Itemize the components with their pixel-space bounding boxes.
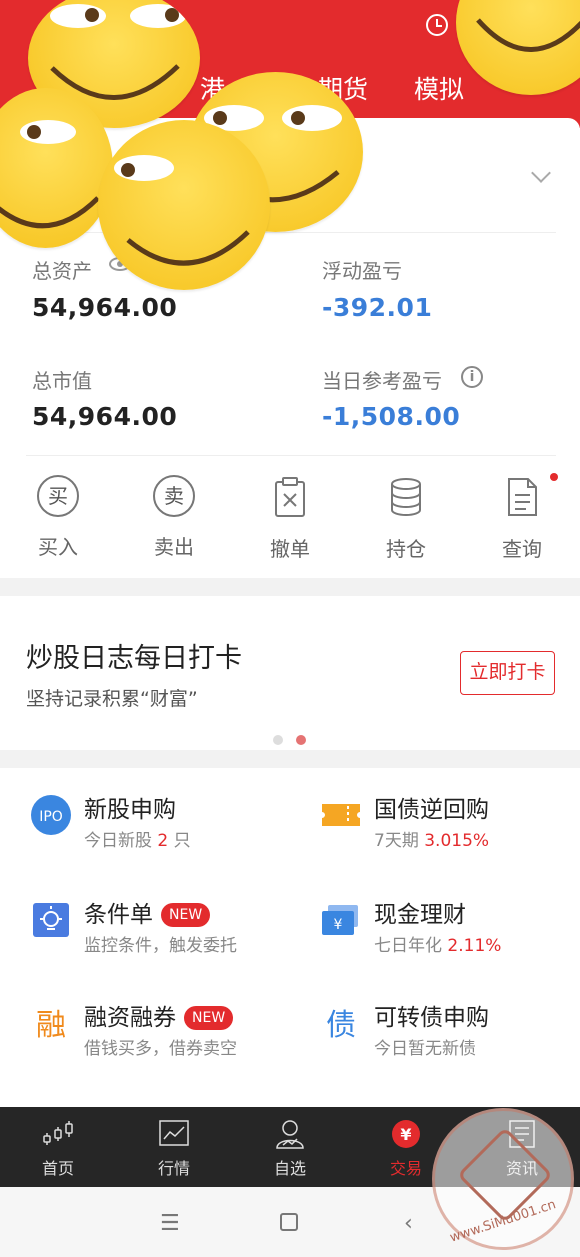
margin-trading-subtitle: 借钱买多，借券卖空: [84, 1039, 237, 1059]
market-value-label: 总市值: [32, 369, 92, 393]
trading-app-screen: 港 期货 模拟 总资产 54,964.00 浮动盈亏 -392.01 总市值 5…: [0, 0, 580, 1257]
total-assets-label: 总资产: [32, 259, 92, 283]
watchlist-person-icon: [276, 1120, 304, 1149]
cash-management-subtitle: 七日年化 2.11%: [374, 936, 502, 956]
cancel-order-icon: [275, 477, 305, 517]
cancel-order-button[interactable]: 撤单: [240, 475, 340, 562]
nav-market[interactable]: 行情: [134, 1119, 214, 1179]
ipo-subscribe-item[interactable]: IPO 新股申购 今日新股 2 只: [30, 790, 290, 860]
home-candlestick-icon: [43, 1121, 73, 1145]
convertible-bond-subtitle: 今日暂无新债: [374, 1039, 476, 1059]
floating-pl-value: -392.01: [322, 293, 433, 322]
bond-repo-ticket-icon: [322, 804, 360, 826]
holdings-label: 持仓: [386, 537, 426, 561]
section-separator: [0, 578, 580, 596]
new-badge: NEW: [184, 1006, 234, 1030]
margin-trading-icon: 融: [36, 1008, 66, 1043]
tab-simulation[interactable]: 模拟: [414, 70, 464, 106]
convertible-bond-icon: 债: [326, 1008, 356, 1043]
condition-order-subtitle: 监控条件，触发委托: [84, 936, 237, 956]
page-indicator-dot-active: [296, 735, 306, 745]
query-button[interactable]: 查询: [472, 475, 572, 562]
watermark-logo: www.SiMu001.cn: [432, 1108, 574, 1250]
section-separator: [0, 750, 580, 768]
buy-icon: 买: [37, 475, 79, 517]
query-label: 查询: [502, 537, 542, 561]
reverse-repo-item[interactable]: 国债逆回购 7天期 3.015%: [320, 790, 580, 860]
divider: [26, 455, 556, 456]
margin-trading-item[interactable]: 融 融资融券 NEW 借钱买多，借券卖空: [30, 998, 290, 1068]
margin-trading-title: 融资融券 NEW: [84, 998, 234, 1032]
cash-management-item[interactable]: ¥ 现金理财 七日年化 2.11%: [320, 895, 580, 965]
sell-label: 卖出: [154, 535, 194, 559]
check-in-button[interactable]: 立即打卡: [460, 651, 555, 695]
svg-text:债: 债: [326, 1008, 356, 1043]
condition-order-item[interactable]: 条件单 NEW 监控条件，触发委托: [30, 895, 290, 965]
buy-label: 买入: [38, 535, 78, 559]
home-square-icon[interactable]: [280, 1213, 298, 1231]
cancel-order-label: 撤单: [270, 537, 310, 561]
svg-text:IPO: IPO: [39, 809, 63, 825]
nav-home[interactable]: 首页: [18, 1119, 98, 1179]
query-icon: [508, 478, 537, 516]
floating-pl-label: 浮动盈亏: [322, 259, 402, 283]
sell-button[interactable]: 卖 卖出: [124, 475, 224, 560]
buy-button[interactable]: 买 买入: [8, 475, 108, 560]
alarm-clock-icon[interactable]: [426, 14, 448, 36]
cash-management-title: 现金理财: [374, 902, 466, 928]
new-badge: NEW: [161, 903, 211, 927]
reverse-repo-subtitle: 7天期 3.015%: [374, 831, 490, 851]
banner-title: 炒股日志每日打卡: [26, 643, 242, 674]
smiley-face-icon: [98, 120, 270, 290]
ipo-title: 新股申购: [84, 797, 176, 823]
notification-dot: [550, 473, 558, 481]
page-indicator-dot: [273, 735, 283, 745]
menu-icon[interactable]: ☰: [160, 1211, 180, 1236]
condition-order-title: 条件单 NEW: [84, 895, 211, 929]
svg-text:¥: ¥: [334, 917, 343, 933]
cash-wallet-icon: ¥: [322, 905, 358, 935]
back-icon[interactable]: ‹: [404, 1211, 413, 1236]
info-icon[interactable]: i: [461, 366, 483, 388]
market-value-value: 54,964.00: [32, 402, 178, 431]
holdings-button[interactable]: 持仓: [356, 475, 456, 562]
market-chart-icon: [159, 1120, 189, 1146]
nav-watchlist[interactable]: 自选: [250, 1119, 330, 1179]
daily-pl-label: 当日参考盈亏: [322, 369, 442, 393]
sell-icon: 卖: [153, 475, 195, 517]
svg-text:融: 融: [36, 1008, 66, 1043]
trade-yen-icon: ¥: [392, 1120, 420, 1148]
ipo-icon: IPO: [31, 795, 71, 835]
ipo-subtitle: 今日新股 2 只: [84, 831, 191, 851]
total-assets-value: 54,964.00: [32, 293, 178, 322]
holdings-icon: [391, 478, 421, 516]
convertible-bond-title: 可转债申购: [374, 1005, 489, 1031]
svg-text:¥: ¥: [400, 1125, 411, 1144]
condition-order-bulb-icon: [33, 903, 69, 937]
daily-pl-value: -1,508.00: [322, 402, 461, 431]
reverse-repo-title: 国债逆回购: [374, 797, 489, 823]
convertible-bond-item[interactable]: 债 可转债申购 今日暂无新债: [320, 998, 580, 1068]
banner-subtitle: 坚持记录积累“财富”: [26, 688, 198, 710]
